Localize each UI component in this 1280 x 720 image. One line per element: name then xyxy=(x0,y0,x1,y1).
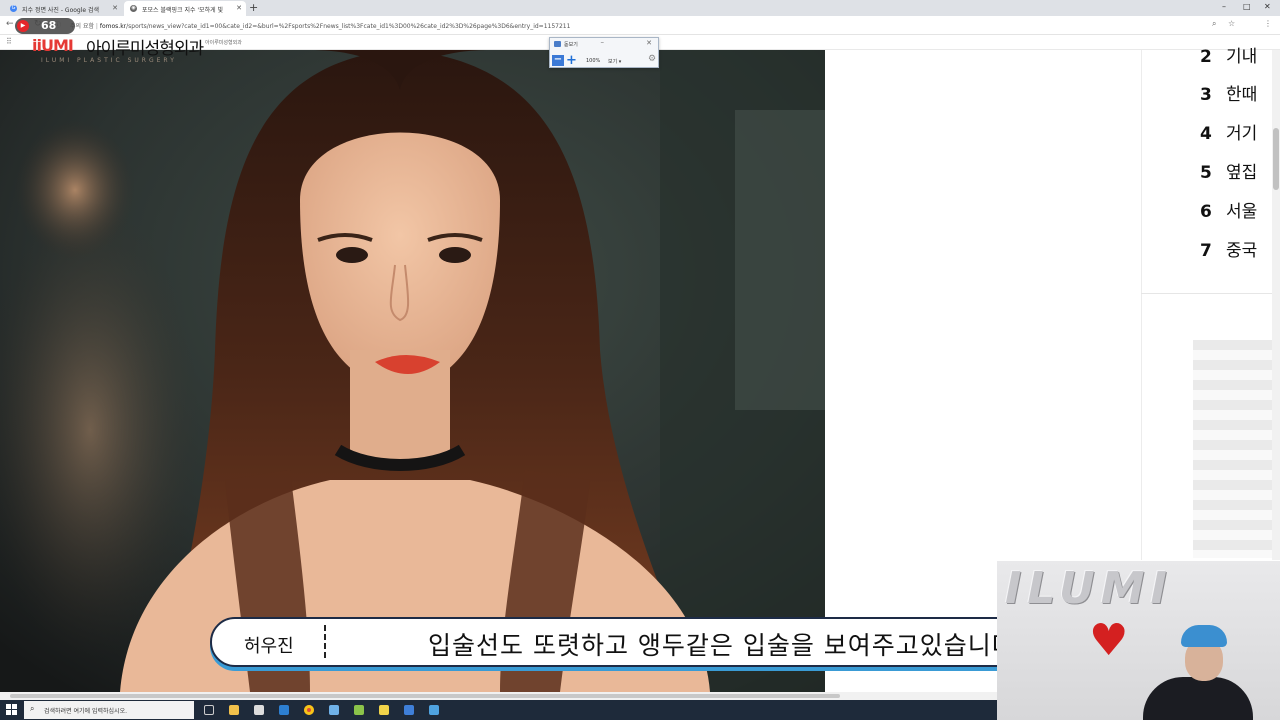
horizontal-scrollbar-thumb[interactable] xyxy=(10,694,840,698)
ranking-item[interactable]: 2 기내 xyxy=(1200,42,1258,67)
tab-label: 지수 정면 사진 - Google 검색 xyxy=(22,7,100,14)
tab-google-search[interactable]: G 지수 정면 사진 - Google 검색 ✕ xyxy=(4,1,122,16)
channel-logo: ▶ 68 iiUMI 아이루미성형외과 ILUMI PLASTIC SURGER… xyxy=(10,16,220,68)
ranking-item[interactable]: 6 서울 xyxy=(1200,197,1258,222)
sidebar-divider xyxy=(1141,50,1142,560)
menu-icon[interactable]: ⋮ xyxy=(1264,19,1272,28)
globe-icon: ◉ xyxy=(130,5,137,12)
logo-english-name: ILUMI PLASTIC SURGERY xyxy=(41,57,177,64)
app-icon[interactable] xyxy=(429,705,439,715)
close-icon[interactable]: ✕ xyxy=(112,4,118,12)
search-icon: ⌕ xyxy=(30,704,35,713)
zoom-out-button[interactable]: − xyxy=(552,55,564,66)
search-placeholder: 검색하려면 여기에 입력하십시오. xyxy=(44,708,128,715)
kakao-icon[interactable] xyxy=(379,705,389,715)
tab-fomos-article[interactable]: ◉ 포모스 블랙핑크 지수 '모하게 빛 ✕ xyxy=(124,1,246,16)
maximize-button[interactable]: □ xyxy=(1243,2,1251,11)
ranking-item[interactable]: 3 한때 xyxy=(1200,80,1258,105)
view-dropdown[interactable]: 보기 ▾ xyxy=(608,58,621,65)
ranking-title: 거기 xyxy=(1226,124,1258,144)
logo-korean-name: 아이루미성형외과 xyxy=(86,39,204,59)
scrollbar-thumb[interactable] xyxy=(1273,128,1279,190)
new-tab-button[interactable]: + xyxy=(249,1,258,14)
close-icon[interactable]: ✕ xyxy=(646,39,652,47)
browser-tab-bar: G 지수 정면 사진 - Google 검색 ✕ ◉ 포모스 블랙핑크 지수 '… xyxy=(0,0,1280,16)
subtitle-text: 입술선도 또렷하고 앵두같은 입술을 보여주고있습니다 xyxy=(428,631,1016,660)
zoom-icon[interactable]: ⌕ xyxy=(1212,19,1216,29)
magnifier-window[interactable]: 돋보기 – ✕ − + 100% 보기 ▾ ⚙ xyxy=(549,37,659,68)
ad-banner[interactable] xyxy=(1193,340,1273,558)
ranking-title: 기내 xyxy=(1226,47,1258,67)
ranking-number: 7 xyxy=(1200,241,1212,261)
portrait-illustration xyxy=(0,50,825,692)
store-icon[interactable] xyxy=(254,705,264,715)
minimize-icon[interactable]: – xyxy=(601,38,605,46)
play-count: 68 xyxy=(41,19,57,32)
subtitle-box: 허우진 입술선도 또렷하고 앵두같은 입술을 보여주고있습니다 xyxy=(210,617,1100,667)
logo-mark: iiUMI xyxy=(32,36,74,55)
ranking-title: 서울 xyxy=(1226,202,1258,222)
file-explorer-icon[interactable] xyxy=(229,705,239,715)
task-view-icon[interactable] xyxy=(204,705,214,715)
ranking-number: 4 xyxy=(1200,124,1212,144)
magnifier-icon xyxy=(554,41,561,47)
ranking-number: 5 xyxy=(1200,163,1212,183)
ranking-item[interactable]: 7 중국 xyxy=(1200,236,1258,261)
ranking-number: 3 xyxy=(1200,85,1212,105)
vertical-scrollbar[interactable] xyxy=(1272,50,1280,560)
gear-icon[interactable]: ⚙ xyxy=(648,54,656,64)
close-icon[interactable]: ✕ xyxy=(236,4,242,12)
app-icon[interactable] xyxy=(329,705,339,715)
play-badge: ▶ 68 xyxy=(15,18,75,34)
windows-taskbar: ⌕ 검색하려면 여기에 입력하십시오. xyxy=(0,700,997,720)
article-photo xyxy=(0,50,825,692)
google-icon: G xyxy=(10,5,17,12)
minimize-button[interactable]: – xyxy=(1222,2,1226,11)
app-icon[interactable] xyxy=(354,705,364,715)
ranking-title: 중국 xyxy=(1226,241,1258,261)
magnifier-title: 돋보기 xyxy=(564,42,578,48)
sidebar-separator xyxy=(1141,293,1280,294)
taskbar-search[interactable]: ⌕ 검색하려면 여기에 입력하십시오. xyxy=(24,701,194,719)
close-window-button[interactable]: ✕ xyxy=(1264,2,1271,11)
zoom-level: 100% xyxy=(586,58,601,64)
ranking-item[interactable]: 4 거기 xyxy=(1200,119,1258,144)
ranking-title: 한때 xyxy=(1226,85,1258,105)
play-icon: ▶ xyxy=(17,20,29,32)
presenter xyxy=(1143,625,1253,720)
subtitle-speaker: 허우진 xyxy=(244,636,294,657)
screen: G 지수 정면 사진 - Google 검색 ✕ ◉ 포모스 블랙핑크 지수 '… xyxy=(0,0,1280,720)
ranking-title: 옆집 xyxy=(1226,163,1258,183)
balloon-letters: ILUMI xyxy=(1005,563,1173,614)
chrome-icon[interactable] xyxy=(304,705,314,715)
zoom-in-button[interactable]: + xyxy=(566,53,577,68)
star-icon[interactable]: ☆ xyxy=(1228,19,1235,28)
heart-balloon-icon: ♥ xyxy=(1089,615,1129,666)
windows-start-icon[interactable] xyxy=(6,704,17,715)
app-icon[interactable] xyxy=(404,705,414,715)
ranking-number: 2 xyxy=(1200,47,1212,67)
tab-label: 포모스 블랙핑크 지수 '모하게 빛 xyxy=(142,7,224,14)
ranking-number: 6 xyxy=(1200,202,1212,222)
webcam-overlay: ILUMI ♥ xyxy=(997,561,1280,720)
subtitle-divider xyxy=(324,625,326,661)
mail-icon[interactable] xyxy=(279,705,289,715)
ranking-item[interactable]: 5 옆집 xyxy=(1200,158,1258,183)
